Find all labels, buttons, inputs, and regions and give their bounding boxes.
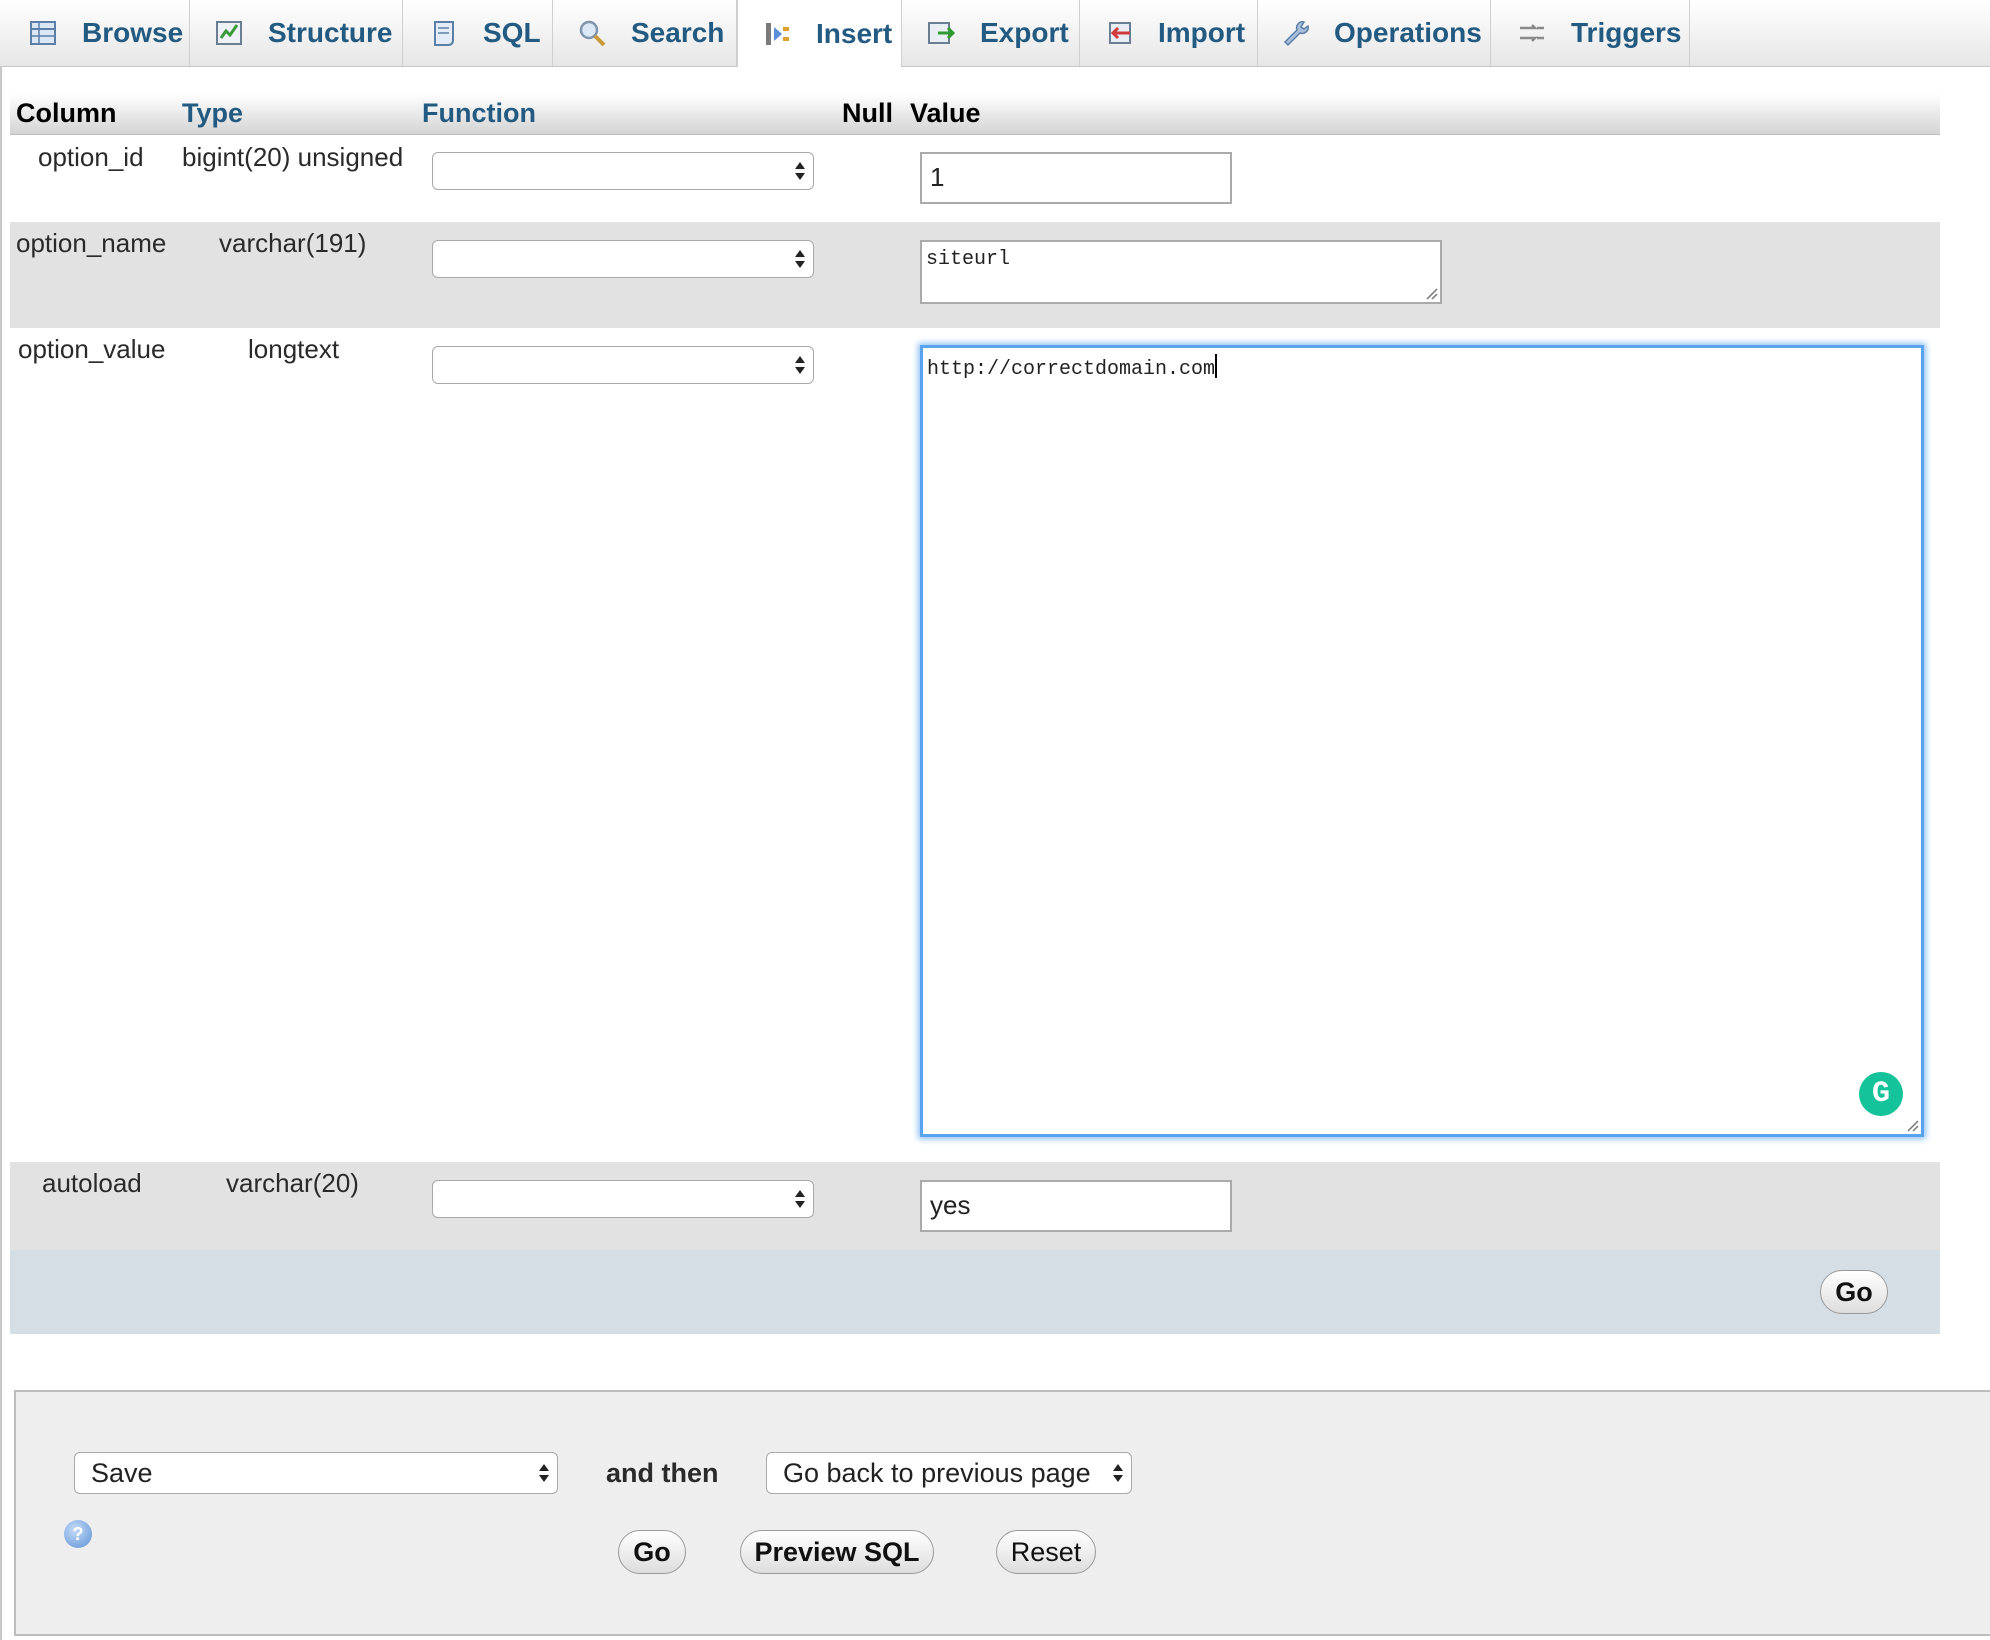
column-name: option_value bbox=[18, 334, 166, 364]
tab-label: Export bbox=[980, 17, 1069, 48]
tab-triggers[interactable]: Triggers bbox=[1491, 0, 1690, 66]
table-row: option_name varchar(191) siteurl bbox=[10, 222, 1940, 328]
header-null: Null bbox=[842, 98, 893, 128]
header-type[interactable]: Type bbox=[182, 98, 243, 129]
and-then-label: and then bbox=[606, 1458, 719, 1488]
resize-grip-icon[interactable] bbox=[1424, 286, 1438, 300]
structure-icon bbox=[214, 18, 244, 48]
value-textarea[interactable]: siteurl bbox=[920, 240, 1442, 304]
tab-operations[interactable]: Operations bbox=[1258, 0, 1491, 66]
tab-structure[interactable]: Structure bbox=[190, 0, 403, 66]
tab-label: Operations bbox=[1334, 17, 1482, 48]
tab-sql[interactable]: SQL bbox=[403, 0, 553, 66]
select-arrows-icon bbox=[795, 162, 805, 180]
import-icon bbox=[1104, 18, 1134, 48]
tab-browse[interactable]: Browse bbox=[0, 0, 190, 66]
go-button[interactable]: Go bbox=[1820, 1270, 1888, 1314]
table-icon bbox=[28, 18, 58, 48]
tab-label: SQL bbox=[483, 17, 541, 48]
table-row: option_id bigint(20) unsigned 1 bbox=[10, 134, 1940, 222]
tab-label: Search bbox=[631, 17, 725, 48]
value-text: http://correctdomain.com bbox=[927, 358, 1216, 381]
tab-label: Browse bbox=[82, 17, 184, 48]
header-function[interactable]: Function bbox=[422, 98, 536, 129]
value-textarea-focused[interactable]: http://correctdomain.com G bbox=[920, 345, 1924, 1137]
after-insert-select[interactable]: Go back to previous page bbox=[766, 1452, 1132, 1494]
function-select[interactable] bbox=[432, 240, 814, 278]
tab-label: Triggers bbox=[1571, 17, 1682, 48]
grammarly-icon[interactable]: G bbox=[1859, 1072, 1903, 1116]
select-arrows-icon bbox=[1113, 1464, 1123, 1482]
select-arrows-icon bbox=[539, 1464, 549, 1482]
search-icon bbox=[577, 18, 607, 48]
help-icon[interactable]: ? bbox=[64, 1520, 92, 1548]
tab-label: Structure bbox=[268, 17, 393, 48]
select-arrows-icon bbox=[795, 1190, 805, 1208]
select-arrows-icon bbox=[795, 250, 805, 268]
go-button[interactable]: Go bbox=[618, 1530, 686, 1574]
insert-table-header: Column Type Function Null Value bbox=[10, 94, 1940, 135]
table-footer: Go bbox=[10, 1250, 1940, 1334]
page-left-border bbox=[0, 66, 2, 1640]
tab-export[interactable]: Export bbox=[902, 0, 1080, 66]
insert-icon bbox=[762, 19, 792, 49]
tab-label: Insert bbox=[816, 17, 893, 49]
sql-icon bbox=[429, 18, 459, 48]
select-arrows-icon bbox=[795, 356, 805, 374]
column-name: autoload bbox=[42, 1168, 142, 1198]
value-text: siteurl bbox=[926, 248, 1011, 271]
column-type: bigint(20) unsigned bbox=[182, 142, 404, 172]
action-select[interactable]: Save bbox=[74, 1452, 558, 1494]
after-insert-select-value: Go back to previous page bbox=[783, 1457, 1091, 1488]
function-select[interactable] bbox=[432, 1180, 814, 1218]
value-input[interactable]: yes bbox=[920, 1180, 1232, 1232]
tab-insert[interactable]: Insert bbox=[737, 0, 902, 67]
action-select-value: Save bbox=[91, 1457, 153, 1488]
tab-import[interactable]: Import bbox=[1080, 0, 1258, 66]
tab-label: Import bbox=[1158, 17, 1246, 48]
header-value: Value bbox=[910, 98, 981, 128]
tab-search[interactable]: Search bbox=[553, 0, 737, 66]
tab-bar: Browse Structure SQL Search Insert Expor… bbox=[0, 0, 1990, 67]
resize-grip-icon[interactable] bbox=[1905, 1118, 1919, 1132]
column-type: varchar(20) bbox=[226, 1168, 359, 1198]
triggers-icon bbox=[1517, 18, 1547, 48]
reset-button[interactable]: Reset bbox=[996, 1530, 1096, 1574]
column-type: varchar(191) bbox=[219, 228, 367, 258]
column-type: longtext bbox=[248, 334, 340, 364]
export-icon bbox=[926, 18, 956, 48]
wrench-icon bbox=[1280, 18, 1310, 48]
column-name: option_name bbox=[16, 228, 167, 258]
table-row: autoload varchar(20) yes bbox=[10, 1162, 1940, 1250]
preview-sql-button[interactable]: Preview SQL bbox=[740, 1530, 934, 1574]
value-input[interactable]: 1 bbox=[920, 152, 1232, 204]
function-select[interactable] bbox=[432, 346, 814, 384]
function-select[interactable] bbox=[432, 152, 814, 190]
header-column: Column bbox=[16, 98, 117, 128]
text-caret bbox=[1215, 354, 1218, 378]
column-name: option_id bbox=[38, 142, 144, 172]
submit-panel: Save and then Go back to previous page ?… bbox=[14, 1390, 1990, 1636]
